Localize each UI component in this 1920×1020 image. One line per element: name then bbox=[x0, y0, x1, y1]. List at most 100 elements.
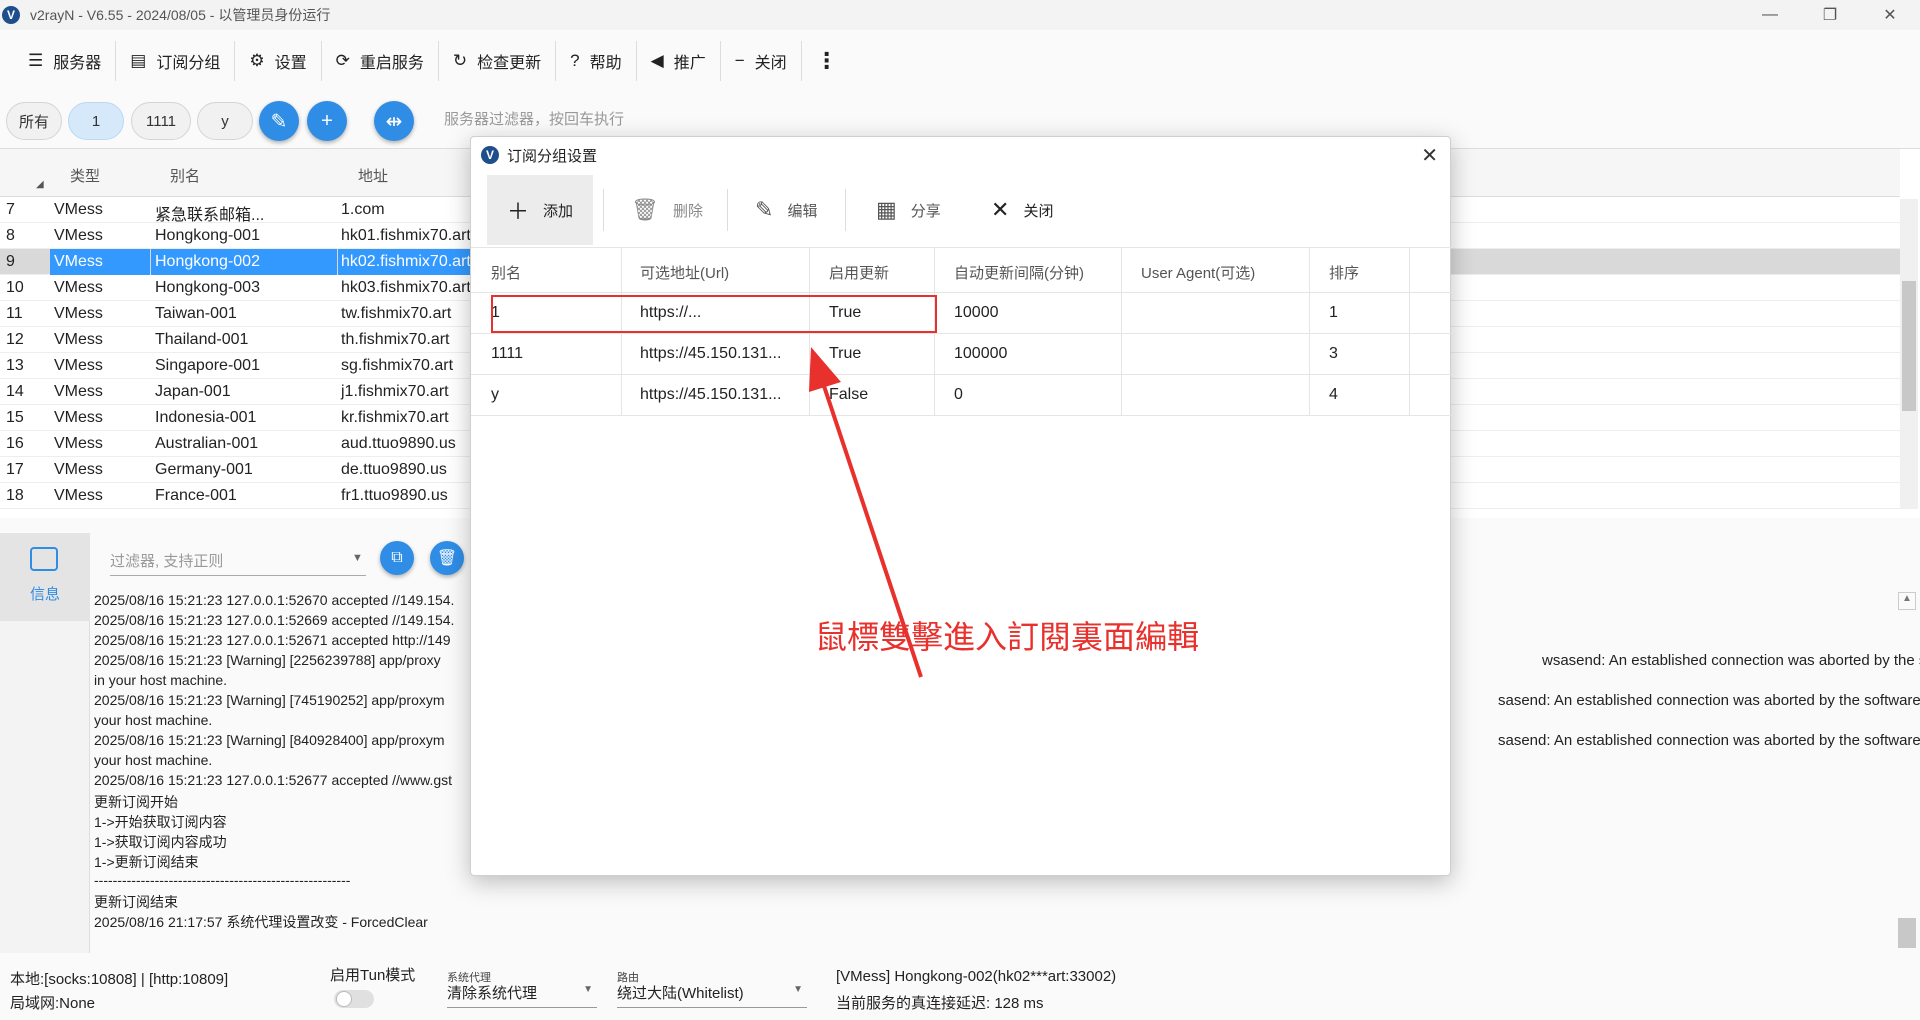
server-address: sg.fishmix70.art bbox=[341, 357, 454, 374]
row-number: 8 bbox=[6, 227, 15, 244]
tun-label: 启用Tun模式 bbox=[330, 967, 416, 984]
row-number: 15 bbox=[6, 409, 24, 426]
column-header-type[interactable]: 类型 bbox=[70, 165, 100, 186]
edit-label: 编辑 bbox=[787, 202, 818, 220]
toolbar-check-update-button[interactable]: ↻ 检查更新 bbox=[439, 41, 557, 81]
toolbar-settings-button[interactable]: ⚙ 设置 bbox=[235, 41, 322, 81]
log-line: 1->更新订阅结束 bbox=[94, 854, 199, 870]
log-line: ----------------------------------------… bbox=[94, 872, 351, 888]
log-line: your host machine. bbox=[94, 752, 213, 768]
server-type: VMess bbox=[54, 357, 103, 374]
sub-alias: y bbox=[491, 386, 499, 403]
row-number: 13 bbox=[6, 357, 24, 374]
server-type: VMess bbox=[50, 249, 150, 275]
server-scrollbar-thumb[interactable] bbox=[1902, 281, 1916, 411]
close-window-button[interactable]: ✕ bbox=[1860, 0, 1920, 30]
row-number: 16 bbox=[6, 435, 24, 452]
log-filter-input[interactable]: 过滤器, 支持正则 bbox=[110, 548, 366, 576]
tun-toggle[interactable] bbox=[334, 990, 374, 1008]
server-alias: Singapore-001 bbox=[155, 357, 260, 374]
log-line: 1->获取订阅内容成功 bbox=[94, 834, 227, 850]
share-button[interactable]: ▦ 分享 bbox=[876, 175, 941, 245]
toolbar-help-button[interactable]: ? 帮助 bbox=[556, 41, 637, 81]
column-header-alias[interactable]: 别名 bbox=[491, 262, 521, 283]
toolbar-label: 帮助 bbox=[589, 55, 622, 72]
sub-url: https://45.150.131... bbox=[640, 386, 782, 403]
dialog-close-icon[interactable]: ✕ bbox=[1421, 143, 1438, 168]
server-type: VMess bbox=[54, 305, 103, 322]
server-alias: Hongkong-002 bbox=[151, 249, 337, 275]
log-tab-info[interactable]: 信息 bbox=[0, 533, 90, 621]
log-line: your host machine. bbox=[94, 712, 213, 728]
restore-button[interactable]: ❐ bbox=[1800, 0, 1860, 30]
more-options-icon[interactable]: ⋮ bbox=[802, 41, 852, 81]
column-header-enabled[interactable]: 启用更新 bbox=[829, 262, 889, 283]
server-type: VMess bbox=[54, 331, 103, 348]
sub-interval: 0 bbox=[954, 386, 963, 403]
dialog-close-button[interactable]: ✕ 关闭 bbox=[991, 175, 1053, 245]
log-line: 1->开始获取订阅内容 bbox=[94, 814, 227, 830]
column-header-alias[interactable]: 别名 bbox=[170, 165, 200, 186]
sort-corner-icon[interactable]: ◢ bbox=[36, 179, 44, 190]
app-logo: V bbox=[481, 146, 499, 164]
title-bar: V v2rayN - V6.55 - 2024/08/05 - 以管理员身份运行… bbox=[0, 0, 1920, 30]
sysproxy-select[interactable]: 清除系统代理 ▼ bbox=[447, 982, 597, 1008]
log-scroll-up-icon[interactable]: ▲ bbox=[1898, 592, 1916, 610]
filter-chip-1111[interactable]: 1111 bbox=[131, 102, 191, 140]
toolbar-restart-button[interactable]: ⟳ 重启服务 bbox=[322, 41, 439, 81]
trash-icon[interactable]: 🗑 bbox=[430, 541, 464, 575]
toolbar-servers-button[interactable]: ☰ 服务器 bbox=[14, 41, 117, 81]
toolbar-label: 服务器 bbox=[53, 55, 102, 72]
subscription-row[interactable]: 1111 https://45.150.131... True 100000 3 bbox=[471, 334, 1452, 375]
toolbar-close-button[interactable]: − 关闭 bbox=[721, 41, 802, 81]
column-header-address[interactable]: 地址 bbox=[358, 165, 388, 186]
column-header-url[interactable]: 可选地址(Url) bbox=[640, 262, 729, 283]
server-address: aud.ttuo9890.us bbox=[341, 435, 456, 452]
filter-chip-1[interactable]: 1 bbox=[68, 102, 124, 140]
window-title: v2rayN - V6.55 - 2024/08/05 - 以管理员身份运行 bbox=[30, 7, 331, 23]
chevron-down-icon[interactable]: ▼ bbox=[352, 552, 363, 564]
row-number: 17 bbox=[6, 461, 24, 478]
app-logo: V bbox=[2, 6, 20, 24]
toolbar-subscription-button[interactable]: ▤ 订阅分组 bbox=[116, 41, 236, 81]
route-select[interactable]: 绕过大陆(Whitelist) ▼ bbox=[617, 982, 807, 1008]
copy-icon[interactable]: ⧉ bbox=[380, 541, 414, 575]
delete-button[interactable]: 🗑 删除 bbox=[631, 175, 703, 245]
log-line: in your host machine. bbox=[94, 672, 228, 688]
local-ports: 本地:[socks:10808] | [http:10809] bbox=[10, 971, 229, 988]
column-header-sort[interactable]: 排序 bbox=[1329, 262, 1359, 283]
edit-pencil-icon[interactable]: ✎ bbox=[259, 101, 299, 141]
split-columns-icon[interactable]: ⇹ bbox=[374, 101, 414, 141]
add-plus-icon[interactable]: + bbox=[307, 101, 347, 141]
server-alias: 紧急联系邮箱... bbox=[155, 207, 265, 224]
server-type: VMess bbox=[54, 435, 103, 452]
help-icon: ? bbox=[570, 51, 580, 70]
server-address: de.ttuo9890.us bbox=[341, 461, 447, 478]
row-number: 7 bbox=[6, 201, 15, 218]
row-number: 14 bbox=[6, 383, 24, 400]
subscription-row[interactable]: y https://45.150.131... False 0 4 bbox=[471, 375, 1452, 416]
column-header-interval[interactable]: 自动更新间隔(分钟) bbox=[954, 262, 1084, 283]
toolbar-label: 设置 bbox=[274, 55, 307, 72]
minimize-button[interactable]: — bbox=[1740, 0, 1800, 30]
add-button[interactable]: ＋ 添加 bbox=[487, 175, 593, 245]
server-icon: ☰ bbox=[28, 51, 44, 70]
server-alias: Hongkong-001 bbox=[155, 227, 260, 244]
trash-icon: 🗑 bbox=[631, 197, 659, 222]
filter-chip-y[interactable]: y bbox=[197, 102, 253, 140]
server-address: tw.fishmix70.art bbox=[341, 305, 452, 322]
row-number: 18 bbox=[6, 487, 24, 504]
server-alias: Thailand-001 bbox=[155, 331, 249, 348]
server-address: hk03.fishmix70.art bbox=[341, 279, 470, 296]
server-type: VMess bbox=[54, 383, 103, 400]
edit-button[interactable]: ✎ 编辑 bbox=[755, 175, 817, 245]
server-filter-input[interactable]: 服务器过滤器，按回车执行 bbox=[444, 108, 624, 129]
column-header-user-agent[interactable]: User Agent(可选) bbox=[1141, 262, 1255, 283]
sub-interval: 10000 bbox=[954, 304, 999, 321]
server-address: j1.fishmix70.art bbox=[341, 383, 449, 400]
filter-chip-all[interactable]: 所有 bbox=[6, 102, 62, 140]
log-line: 2025/08/16 15:21:23 [Warning] [225623978… bbox=[94, 652, 441, 668]
log-scrollbar-thumb[interactable] bbox=[1898, 918, 1916, 948]
log-tab-label: 信息 bbox=[30, 586, 61, 603]
toolbar-promote-button[interactable]: ◀ 推广 bbox=[637, 41, 721, 81]
